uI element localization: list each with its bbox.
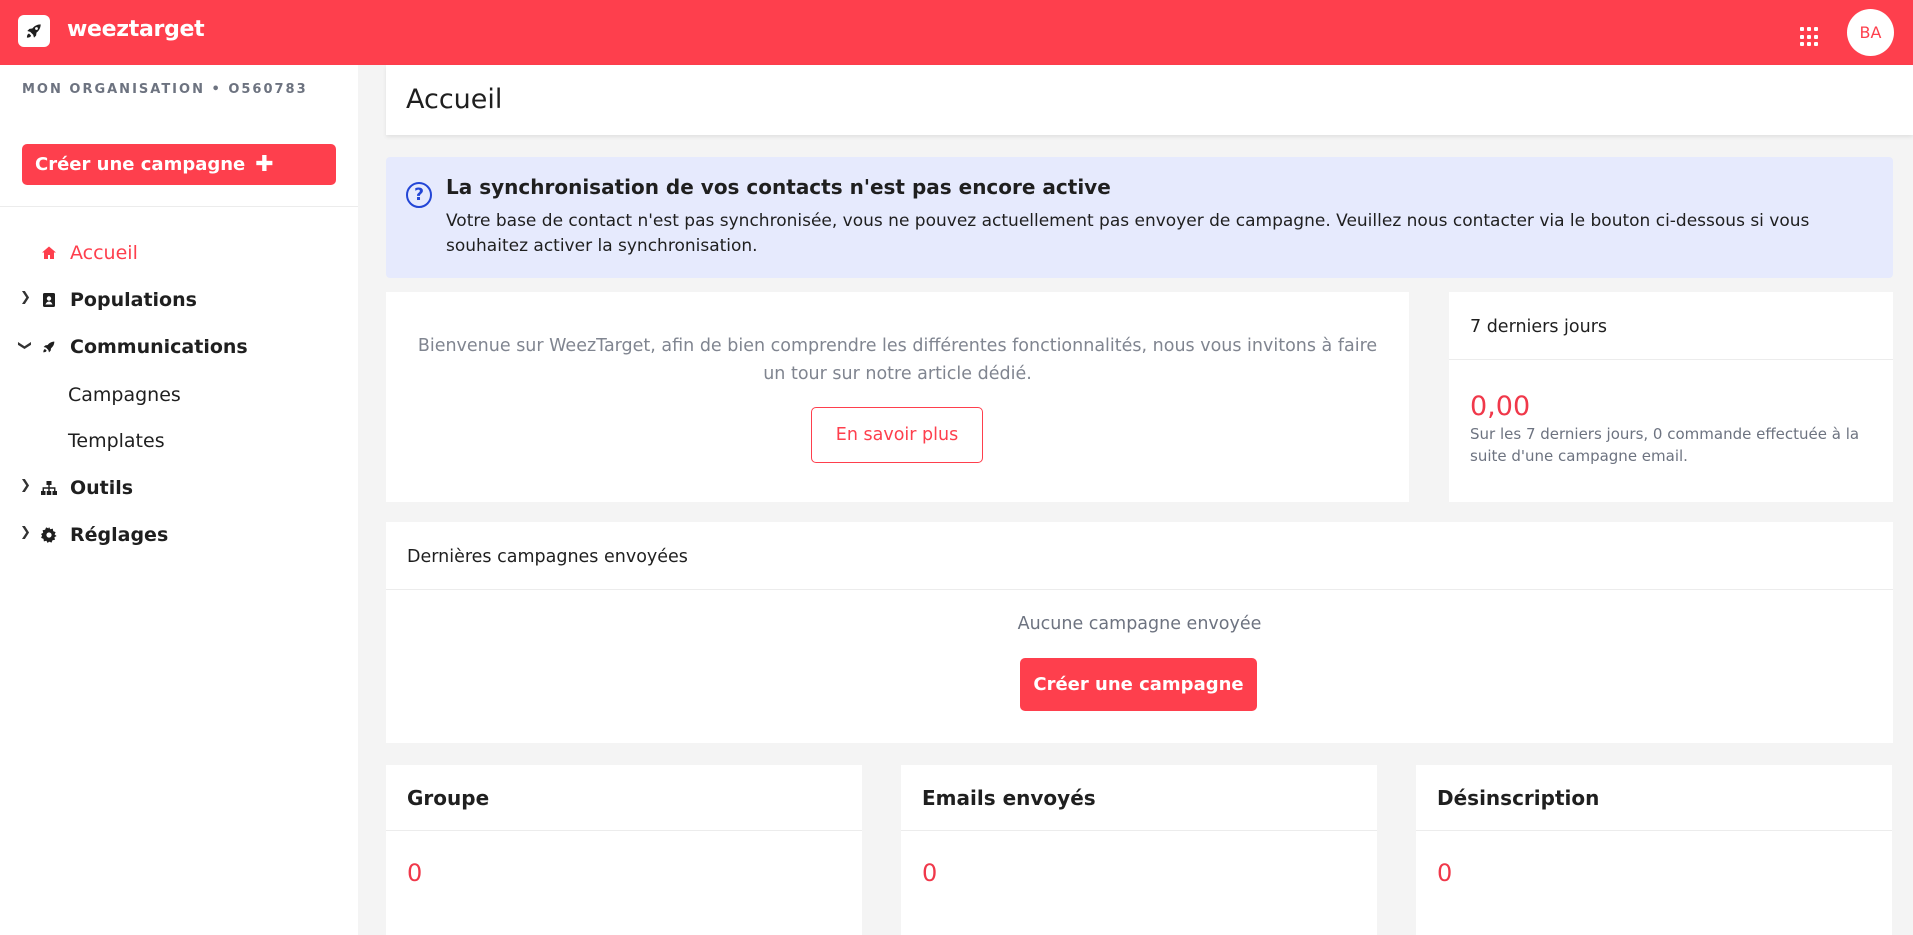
page-title: Accueil [406, 84, 503, 115]
create-campaign-button[interactable]: Créer une campagne [1020, 658, 1257, 711]
home-icon [40, 244, 58, 262]
empty-state-text: Aucune campagne envoyée [1017, 614, 1262, 634]
sidebar-item-label: Outils [70, 477, 134, 499]
stat-card-desinscription: Désinscription 0 [1416, 765, 1892, 935]
card-header: 7 derniers jours [1449, 292, 1893, 360]
card-header: Emails envoyés [901, 765, 1377, 831]
sidebar-item-accueil[interactable]: Accueil [0, 238, 358, 268]
sidebar-item-label: Réglages [70, 524, 169, 546]
sidebar-item-outils[interactable]: ❯ Outils [0, 473, 358, 503]
welcome-card: Bienvenue sur WeezTarget, afin de bien c… [386, 292, 1409, 502]
apps-grid-icon[interactable] [1800, 27, 1820, 47]
plus-icon: ✚ [255, 151, 274, 177]
alert-text: Votre base de contact n'est pas synchron… [446, 211, 1810, 256]
chevron-down-icon: ❯ [16, 340, 32, 351]
stat-title: Groupe [407, 786, 490, 810]
organization-label: MON ORGANISATION • O560783 [22, 82, 308, 97]
chevron-right-icon: ❯ [20, 525, 31, 540]
sidebar-item-reglages[interactable]: ❯ Réglages [0, 520, 358, 550]
sidebar: MON ORGANISATION • O560783 Créer une cam… [0, 65, 358, 935]
page-header: Accueil [386, 65, 1913, 135]
welcome-text: Bienvenue sur WeezTarget, afin de bien c… [417, 336, 1378, 384]
gear-icon [40, 526, 58, 544]
create-campaign-button[interactable]: Créer une campagne ✚ [22, 144, 336, 185]
alert-title: La synchronisation de vos contacts n'est… [446, 175, 1111, 199]
card-header: Désinscription [1416, 765, 1892, 831]
user-avatar[interactable]: BA [1847, 9, 1894, 56]
create-campaign-label: Créer une campagne [35, 154, 246, 175]
stat-card-groupe: Groupe 0 [386, 765, 862, 935]
card-title: 7 derniers jours [1470, 317, 1608, 337]
stat-value: 0 [407, 859, 423, 887]
revenue-description: Sur les 7 derniers jours, 0 commande eff… [1470, 425, 1860, 465]
stat-title: Emails envoyés [922, 786, 1096, 810]
sidebar-item-label: Communications [70, 336, 248, 358]
sidebar-divider [0, 206, 358, 207]
contact-icon [40, 291, 58, 309]
stat-card-emails-envoyes: Emails envoyés 0 [901, 765, 1377, 935]
sidebar-subitem-campagnes[interactable]: Campagnes [68, 384, 181, 406]
last-7-days-card: 7 derniers jours 0,00 Sur les 7 derniers… [1449, 292, 1893, 502]
top-bar: weeztarget BA [0, 0, 1913, 65]
question-circle-icon: ? [406, 182, 432, 208]
chevron-right-icon: ❯ [20, 478, 31, 493]
revenue-value: 0,00 [1470, 391, 1531, 422]
sync-alert: ? La synchronisation de vos contacts n'e… [386, 157, 1893, 278]
card-header: Groupe [386, 765, 862, 831]
stat-title: Désinscription [1437, 786, 1600, 810]
learn-more-button[interactable]: En savoir plus [811, 407, 983, 463]
sidebar-item-populations[interactable]: ❯ Populations [0, 285, 358, 315]
card-header: Dernières campagnes envoyées [386, 522, 1893, 590]
sidebar-subitem-templates[interactable]: Templates [68, 430, 165, 452]
stat-value: 0 [1437, 859, 1453, 887]
recent-campaigns-card: Dernières campagnes envoyées Aucune camp… [386, 522, 1893, 743]
sidebar-item-communications[interactable]: ❯ Communications [0, 332, 358, 362]
rocket-logo-icon[interactable] [18, 15, 50, 47]
rocket-icon [40, 338, 58, 356]
sidebar-item-label: Populations [70, 289, 197, 311]
stat-value: 0 [922, 859, 938, 887]
chevron-right-icon: ❯ [20, 290, 31, 305]
sitemap-icon [40, 479, 58, 497]
brand-name[interactable]: weeztarget [67, 17, 205, 42]
card-title: Dernières campagnes envoyées [407, 547, 688, 567]
sidebar-item-label: Accueil [70, 242, 138, 264]
